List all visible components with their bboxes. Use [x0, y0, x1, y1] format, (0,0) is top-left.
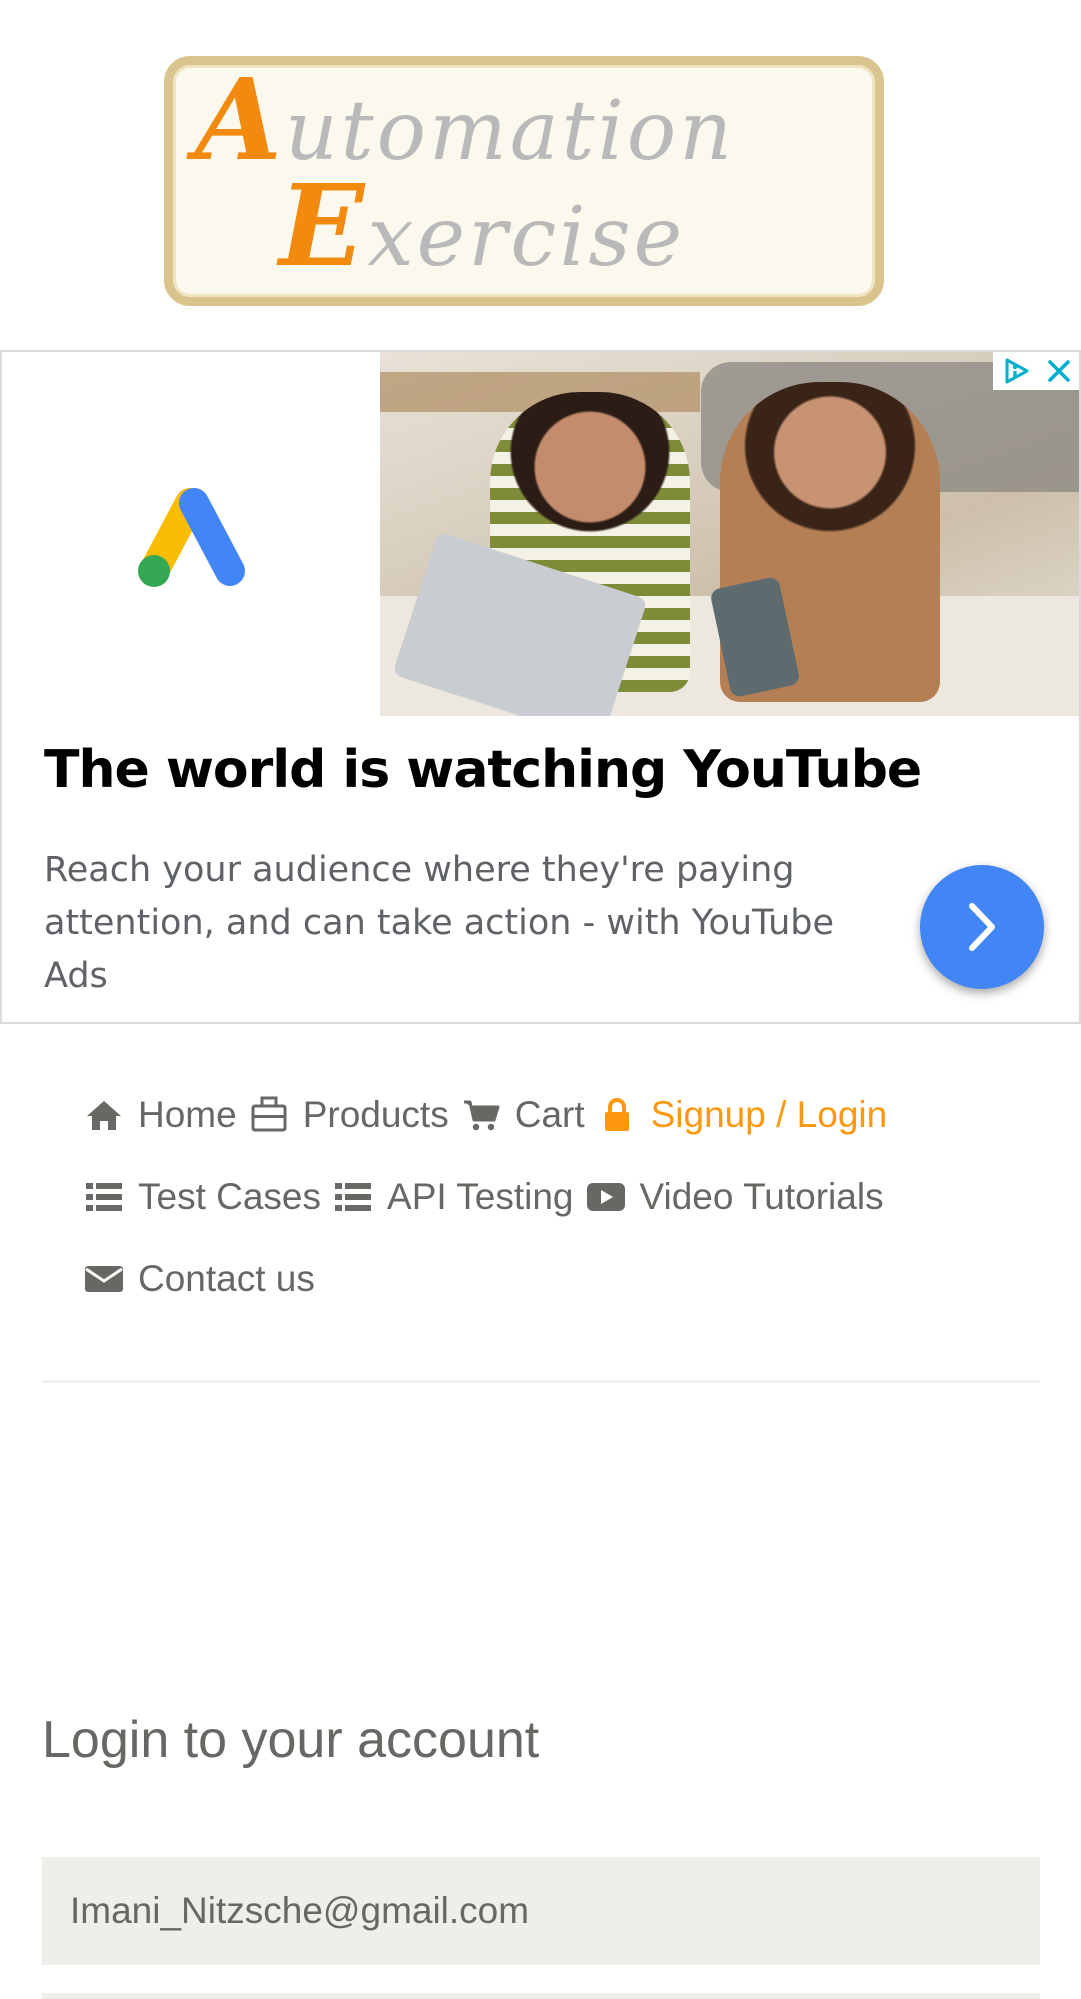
home-icon	[82, 1093, 126, 1137]
ad-badges	[993, 352, 1079, 390]
nav-link-products[interactable]: Products	[247, 1093, 449, 1137]
nav-row: Contact us	[82, 1238, 1012, 1320]
ad-brand-area	[2, 352, 380, 716]
envelope-icon	[82, 1257, 126, 1301]
nav-link-products-label: Products	[302, 1094, 449, 1135]
ad-cta-button[interactable]	[920, 865, 1044, 989]
nav-link-video-tutorials[interactable]: Video Tutorials	[584, 1175, 884, 1219]
nav-link-test-cases[interactable]: Test Cases	[82, 1175, 321, 1219]
nav-link-signup-login[interactable]: Signup / Login	[595, 1093, 888, 1137]
nav-row: Test Cases API Testing Video Tutorials	[82, 1156, 1012, 1238]
login-email-input[interactable]	[42, 1857, 1040, 1965]
site-logo[interactable]: Automation Exercise	[164, 55, 884, 306]
ad-photo	[380, 352, 1079, 716]
shopping-cart-icon	[459, 1093, 503, 1137]
briefcase-icon	[247, 1093, 291, 1137]
header-divider	[42, 1380, 1040, 1383]
ad-title[interactable]: The world is watching YouTube	[44, 740, 922, 800]
adchoices-icon[interactable]	[1001, 356, 1031, 386]
nav-link-cart-label: Cart	[514, 1094, 585, 1135]
nav-link-test-cases-label: Test Cases	[138, 1176, 322, 1217]
nav-link-cart[interactable]: Cart	[459, 1093, 585, 1137]
nav-link-home[interactable]: Home	[82, 1093, 237, 1137]
logo-line-2: Exercise	[279, 161, 685, 292]
advertisement-banner[interactable]: The world is watching YouTube Reach your…	[0, 350, 1081, 1024]
nav-link-api-testing-label: API Testing	[387, 1176, 574, 1217]
chevron-right-icon	[969, 903, 995, 951]
nav-link-contact-us[interactable]: Contact us	[82, 1257, 315, 1301]
lock-icon	[595, 1093, 639, 1137]
nav-link-video-tutorials-label: Video Tutorials	[639, 1176, 884, 1217]
ad-description[interactable]: Reach your audience where they're paying…	[44, 844, 884, 1003]
nav-link-home-label: Home	[138, 1094, 237, 1135]
logo-line-2-capital: E	[279, 161, 368, 292]
nav-row: Home Products Cart Signup / Login	[82, 1074, 1012, 1156]
close-icon[interactable]	[1046, 358, 1072, 384]
nav-link-signup-login-label: Signup / Login	[650, 1094, 888, 1135]
nav-link-api-testing[interactable]: API Testing	[331, 1175, 574, 1219]
logo-line-1-capital: A	[195, 55, 285, 186]
list-icon	[331, 1175, 375, 1219]
youtube-play-icon	[584, 1175, 628, 1219]
login-form-title: Login to your account	[42, 1711, 540, 1769]
logo-line-2-rest: xercise	[367, 190, 686, 285]
main-navigation: Home Products Cart Signup / Login Test C…	[82, 1074, 1012, 1320]
google-ads-icon	[138, 488, 245, 587]
nav-link-contact-us-label: Contact us	[138, 1258, 315, 1299]
login-password-input[interactable]	[42, 1993, 1040, 1999]
list-icon	[82, 1175, 126, 1219]
